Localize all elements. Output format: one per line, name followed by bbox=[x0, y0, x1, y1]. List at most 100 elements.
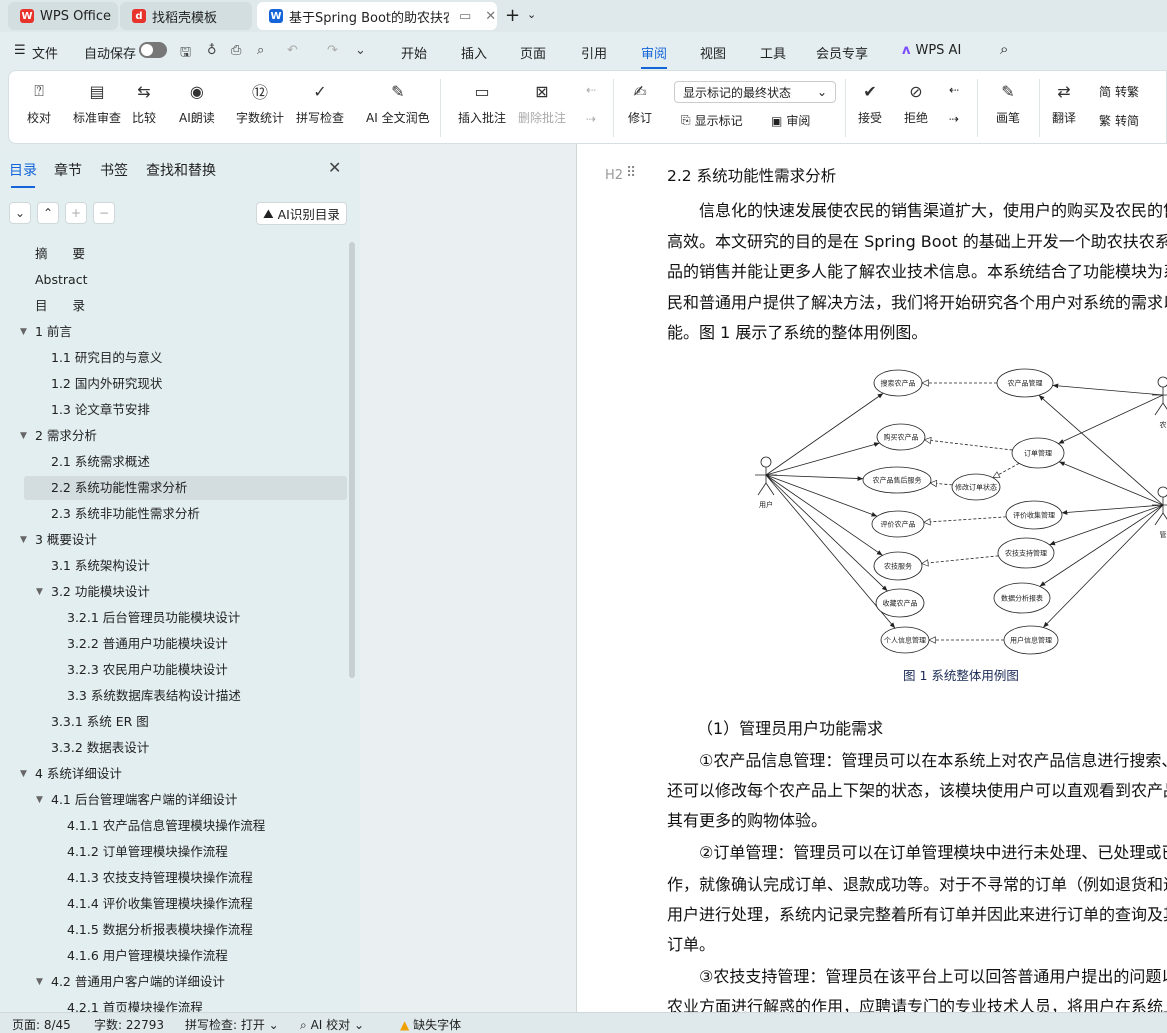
toc-item[interactable]: ▼ 3.2 功能模块设计 bbox=[0, 580, 350, 604]
expand-arrow-icon[interactable]: ▼ bbox=[20, 528, 27, 552]
drag-handle-icon[interactable]: ⠿ bbox=[626, 165, 636, 181]
expand-arrow-icon[interactable]: ▼ bbox=[36, 580, 43, 604]
menu-tab[interactable]: 插入 bbox=[461, 43, 487, 62]
toc-item[interactable]: 2.1 系统需求概述 bbox=[0, 450, 350, 474]
proofread-button[interactable]: ⍰ 校对 bbox=[27, 71, 51, 126]
insert-comment-button[interactable]: ▭ 插入批注 bbox=[458, 71, 506, 126]
to-traditional-button[interactable]: 简转繁 bbox=[1099, 83, 1139, 100]
toc-item[interactable]: 3.3.2 数据表设计 bbox=[0, 736, 350, 760]
page-count[interactable]: 页面: 8/45 bbox=[12, 1016, 71, 1033]
tab-list-chevron-icon[interactable]: ⌄ bbox=[527, 8, 536, 21]
track-changes-button[interactable]: ✍ 修订 bbox=[628, 71, 652, 126]
new-tab-icon[interactable]: + bbox=[505, 5, 520, 26]
toc-item[interactable]: 摘 要 bbox=[0, 242, 350, 266]
toc-item[interactable]: 3.2.1 后台管理员功能模块设计 bbox=[0, 606, 350, 630]
save-icon[interactable]: 🖫 bbox=[180, 43, 191, 65]
close-tab-icon[interactable]: ✕ bbox=[485, 9, 496, 24]
word-count-button[interactable]: ⑫ 字数统计 bbox=[236, 71, 284, 126]
toc-item[interactable]: 3.3.1 系统 ER 图 bbox=[0, 710, 350, 734]
menu-tab[interactable]: 视图 bbox=[700, 43, 726, 62]
print-icon[interactable]: ⎙ bbox=[231, 43, 241, 58]
ai-polish-button[interactable]: ✎ AI 全文润色 bbox=[366, 71, 430, 126]
menu-tab[interactable]: 会员专享 bbox=[816, 43, 868, 62]
toc-item[interactable]: ▼ 4 系统详细设计 bbox=[0, 762, 350, 786]
toc-item[interactable]: 3.1 系统架构设计 bbox=[0, 554, 350, 578]
menu-tab[interactable]: 审阅 bbox=[641, 43, 668, 69]
toc-item[interactable]: 2.3 系统非功能性需求分析 bbox=[0, 502, 350, 526]
previous-change-icon[interactable]: ⇠ bbox=[949, 83, 959, 97]
toc-item[interactable]: 3.2.3 农民用户功能模块设计 bbox=[0, 658, 350, 682]
pane-tab[interactable]: 章节 bbox=[54, 160, 82, 180]
pane-tab[interactable]: 查找和替换 bbox=[146, 160, 216, 180]
pane-tab[interactable]: 目录 bbox=[9, 160, 37, 188]
word-count[interactable]: 字数: 22793 bbox=[94, 1016, 164, 1033]
expand-arrow-icon[interactable]: ▼ bbox=[20, 320, 27, 344]
menu-tab[interactable]: 开始 bbox=[401, 43, 427, 62]
ai-toc-button[interactable]: ⛰ AI识别目录 bbox=[256, 202, 347, 225]
close-pane-icon[interactable]: ✕ bbox=[328, 158, 341, 177]
toc-item[interactable]: 4.1.6 用户管理模块操作流程 bbox=[0, 944, 350, 968]
toc-item[interactable]: ▼ 4.2 普通用户客户端的详细设计 bbox=[0, 970, 350, 994]
compare-button[interactable]: ⇆ 比较 bbox=[132, 71, 156, 126]
ai-read-button[interactable]: ◉ AI朗读 bbox=[179, 71, 215, 126]
toc-item[interactable]: 4.1.1 农产品信息管理模块操作流程 bbox=[0, 814, 350, 838]
toc-item[interactable]: 1.2 国内外研究现状 bbox=[0, 372, 350, 396]
toc-scrollbar[interactable] bbox=[349, 242, 355, 678]
autosave-toggle[interactable] bbox=[139, 42, 167, 58]
expand-arrow-icon[interactable]: ▼ bbox=[36, 970, 43, 994]
toc-item[interactable]: 2.2 系统功能性需求分析 bbox=[24, 476, 347, 500]
wps-ai-button[interactable]: ᴧ WPS AI bbox=[902, 43, 961, 58]
translate-button[interactable]: ⇄ 翻译 bbox=[1052, 71, 1076, 126]
toc-item[interactable]: 目 录 bbox=[0, 294, 350, 318]
standard-review-button[interactable]: ▤ 标准审查 bbox=[73, 71, 121, 126]
window-tab[interactable]: W 基于Spring Boot的助农扶农 ▭ ✕ bbox=[257, 2, 497, 30]
toc-item[interactable]: 3.3 系统数据库表结构设计描述 bbox=[0, 684, 350, 708]
menu-tab[interactable]: 页面 bbox=[520, 43, 546, 62]
expand-arrow-icon[interactable]: ▼ bbox=[36, 788, 43, 812]
hamburger-icon[interactable]: ☰ bbox=[14, 43, 26, 58]
menu-tab[interactable]: 工具 bbox=[760, 43, 786, 62]
missing-font-status[interactable]: ▲ 缺失字体 bbox=[400, 1016, 461, 1033]
promote-level-button[interactable]: + bbox=[65, 202, 87, 224]
screen-icon[interactable]: ▭ bbox=[459, 9, 471, 24]
search-icon[interactable]: ⌕ bbox=[1000, 40, 1008, 58]
collapse-all-button[interactable]: ⌃ bbox=[37, 202, 59, 224]
more-chevron-icon[interactable]: ⌄ bbox=[355, 43, 366, 58]
toc-item[interactable]: ▼ 1 前言 bbox=[0, 320, 350, 344]
expand-arrow-icon[interactable]: ▼ bbox=[20, 424, 27, 448]
toc-item[interactable]: Abstract bbox=[0, 268, 350, 292]
previous-comment-icon[interactable]: ⇠ bbox=[586, 83, 596, 97]
spell-check-button[interactable]: ✓ 拼写检查 bbox=[296, 71, 344, 126]
window-tab[interactable]: d 找稻壳模板 bbox=[120, 2, 252, 30]
document-page[interactable]: H2 ⠿ 2.2 系统功能性需求分析 信息化的快速发展使农民的销售渠道扩大，使用… bbox=[576, 144, 1167, 1012]
toc-item[interactable]: 4.1.4 评价收集管理模块操作流程 bbox=[0, 892, 350, 916]
toc-item[interactable]: 4.1.3 农技支持管理模块操作流程 bbox=[0, 866, 350, 890]
pane-tab[interactable]: 书签 bbox=[100, 160, 128, 180]
print-preview-icon[interactable]: ⌕ bbox=[257, 43, 264, 58]
toc-item[interactable]: 1.1 研究目的与意义 bbox=[0, 346, 350, 370]
undo-icon[interactable]: ↶ bbox=[287, 43, 298, 58]
accept-button[interactable]: ✔ 接受 bbox=[858, 71, 882, 126]
window-tab[interactable]: W WPS Office bbox=[8, 2, 118, 30]
menu-tab[interactable]: 引用 bbox=[581, 43, 607, 62]
spell-check-status[interactable]: 拼写检查: 打开 ⌄ bbox=[185, 1016, 279, 1033]
next-change-icon[interactable]: ⇢ bbox=[949, 112, 959, 126]
review-pane-button[interactable]: ▣ 审阅 bbox=[771, 112, 810, 129]
to-simplified-button[interactable]: 繁转简 bbox=[1099, 112, 1139, 129]
pen-button[interactable]: ✎ 画笔 bbox=[996, 71, 1020, 126]
toc-item[interactable]: 3.2.2 普通用户功能模块设计 bbox=[0, 632, 350, 656]
file-menu[interactable]: 文件 bbox=[32, 43, 58, 62]
toc-item[interactable]: ▼ 4.1 后台管理端客户端的详细设计 bbox=[0, 788, 350, 812]
toc-item[interactable]: 4.1.5 数据分析报表模块操作流程 bbox=[0, 918, 350, 942]
demote-level-button[interactable]: − bbox=[93, 202, 115, 224]
toc-item[interactable]: ▼ 2 需求分析 bbox=[0, 424, 350, 448]
markup-mode-select[interactable]: 显示标记的最终状态 ⌄ bbox=[674, 81, 836, 103]
toc-item[interactable]: 1.3 论文章节安排 bbox=[0, 398, 350, 422]
toc-item[interactable]: ▼ 3 概要设计 bbox=[0, 528, 350, 552]
next-comment-icon[interactable]: ⇢ bbox=[586, 112, 596, 126]
expand-all-button[interactable]: ⌄ bbox=[9, 202, 31, 224]
expand-arrow-icon[interactable]: ▼ bbox=[20, 762, 27, 786]
delete-comment-button[interactable]: ⊠ 删除批注 bbox=[518, 71, 566, 126]
ai-check-status[interactable]: ⌕ AI 校对 ⌄ bbox=[300, 1016, 364, 1033]
share-icon[interactable]: ♁ bbox=[207, 43, 217, 58]
